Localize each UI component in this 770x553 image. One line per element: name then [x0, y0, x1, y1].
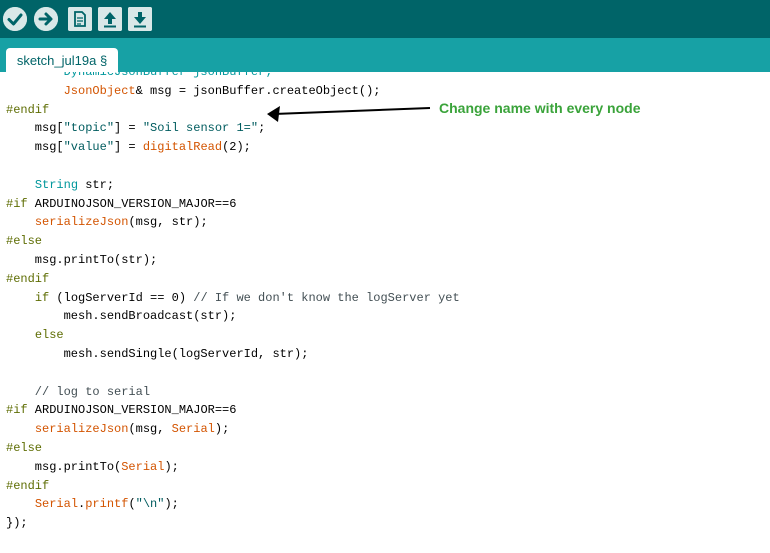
- save-sketch-icon: [128, 7, 152, 31]
- code-token: #else: [6, 234, 43, 249]
- code-line: DynamicJsonBuffer jsonBuffer;: [6, 72, 460, 82]
- code-token: (2);: [222, 140, 251, 155]
- code-token: msg[: [6, 140, 64, 155]
- code-token: );: [164, 497, 179, 512]
- code-token: msg.printTo(: [6, 459, 122, 474]
- code-token: #endif: [6, 271, 50, 286]
- annotation-arrow-icon: [267, 106, 431, 122]
- code-token: JsonObject: [63, 83, 136, 98]
- code-token: #endif: [6, 102, 50, 117]
- verify-check-icon: [3, 7, 27, 31]
- code-token: msg[: [6, 121, 64, 136]
- new-sketch-button[interactable]: [68, 7, 92, 31]
- tab-label: sketch_jul19a §: [16, 52, 108, 68]
- code-token: "Soil sensor 1=": [142, 121, 259, 136]
- open-sketch-icon: [98, 7, 122, 31]
- code-token: DynamicJsonBuffer jsonBuffer;: [6, 72, 273, 79]
- code-line: serializeJson(msg, Serial);: [6, 420, 460, 439]
- code-text[interactable]: DynamicJsonBuffer jsonBuffer; JsonObject…: [6, 72, 460, 533]
- code-line: #else: [6, 232, 460, 251]
- code-editor[interactable]: DynamicJsonBuffer jsonBuffer; JsonObject…: [0, 72, 770, 553]
- code-line: mesh.sendBroadcast(str);: [6, 307, 460, 326]
- code-line: String str;: [6, 176, 460, 195]
- code-token: "\n": [135, 497, 165, 512]
- code-token: digitalRead: [142, 140, 223, 155]
- code-token: (msg,: [128, 422, 172, 437]
- code-token: );: [214, 422, 230, 437]
- code-token: Serial: [171, 422, 215, 437]
- code-token: Serial: [34, 497, 79, 512]
- code-line: #if ARDUINOJSON_VERSION_MAJOR==6: [6, 401, 460, 420]
- code-token: ] =: [114, 121, 143, 136]
- code-token: msg.printTo(str);: [6, 252, 158, 267]
- code-token: #endif: [6, 478, 50, 493]
- code-token: #else: [6, 440, 43, 455]
- code-line: #endif: [6, 477, 460, 496]
- code-token: String: [34, 177, 79, 192]
- tab-sketch[interactable]: sketch_jul19a §: [6, 48, 118, 72]
- code-token: "value": [63, 140, 115, 155]
- new-sketch-icon: [68, 7, 92, 31]
- save-sketch-button[interactable]: [128, 7, 152, 31]
- code-line: });: [6, 514, 460, 533]
- verify-button[interactable]: [3, 7, 27, 31]
- code-token: ARDUINOJSON_VERSION_MAJOR==6: [27, 196, 237, 211]
- code-token: printf: [85, 497, 129, 512]
- code-token: (msg, str);: [128, 215, 208, 230]
- code-token: // log to serial: [6, 384, 151, 399]
- code-token: if: [34, 290, 50, 305]
- code-line: serializeJson(msg, str);: [6, 213, 460, 232]
- code-line: #if ARDUINOJSON_VERSION_MAJOR==6: [6, 195, 460, 214]
- code-token: mesh.sendBroadcast(str);: [6, 309, 237, 324]
- code-line: // log to serial: [6, 383, 460, 402]
- code-token: (logServerId == 0): [49, 290, 194, 305]
- code-token: str;: [78, 177, 115, 192]
- code-token: serializeJson: [34, 422, 129, 437]
- annotation-label: Change name with every node: [439, 100, 641, 116]
- code-token: "topic": [63, 121, 115, 136]
- upload-button[interactable]: [34, 7, 58, 31]
- code-token: });: [6, 516, 28, 531]
- open-sketch-button[interactable]: [98, 7, 122, 31]
- code-token: #if: [6, 403, 28, 418]
- code-token: // If we don't know the logServer yet: [193, 290, 460, 305]
- code-token: );: [164, 459, 179, 474]
- code-line: msg["value"] = digitalRead(2);: [6, 138, 460, 157]
- code-token: mesh.sendSingle(logServerId, str);: [6, 346, 309, 361]
- code-line: msg.printTo(Serial);: [6, 458, 460, 477]
- code-token: Serial: [121, 459, 165, 474]
- code-line: #else: [6, 439, 460, 458]
- upload-arrow-icon: [34, 7, 58, 31]
- code-line: msg.printTo(str);: [6, 251, 460, 270]
- code-token: ] =: [114, 140, 143, 155]
- ide-toolbar: [0, 0, 770, 38]
- code-line: if (logServerId == 0) // If we don't kno…: [6, 289, 460, 308]
- code-token: else: [34, 328, 64, 343]
- code-token: ARDUINOJSON_VERSION_MAJOR==6: [27, 403, 237, 418]
- code-line: else: [6, 326, 460, 345]
- code-token: serializeJson: [34, 215, 129, 230]
- code-token: (: [128, 497, 136, 512]
- code-line: #endif: [6, 270, 460, 289]
- code-line: mesh.sendSingle(logServerId, str);: [6, 345, 460, 364]
- tab-bar: sketch_jul19a §: [0, 38, 770, 72]
- code-line: Serial.printf("\n");: [6, 495, 460, 514]
- code-token: #if: [6, 196, 28, 211]
